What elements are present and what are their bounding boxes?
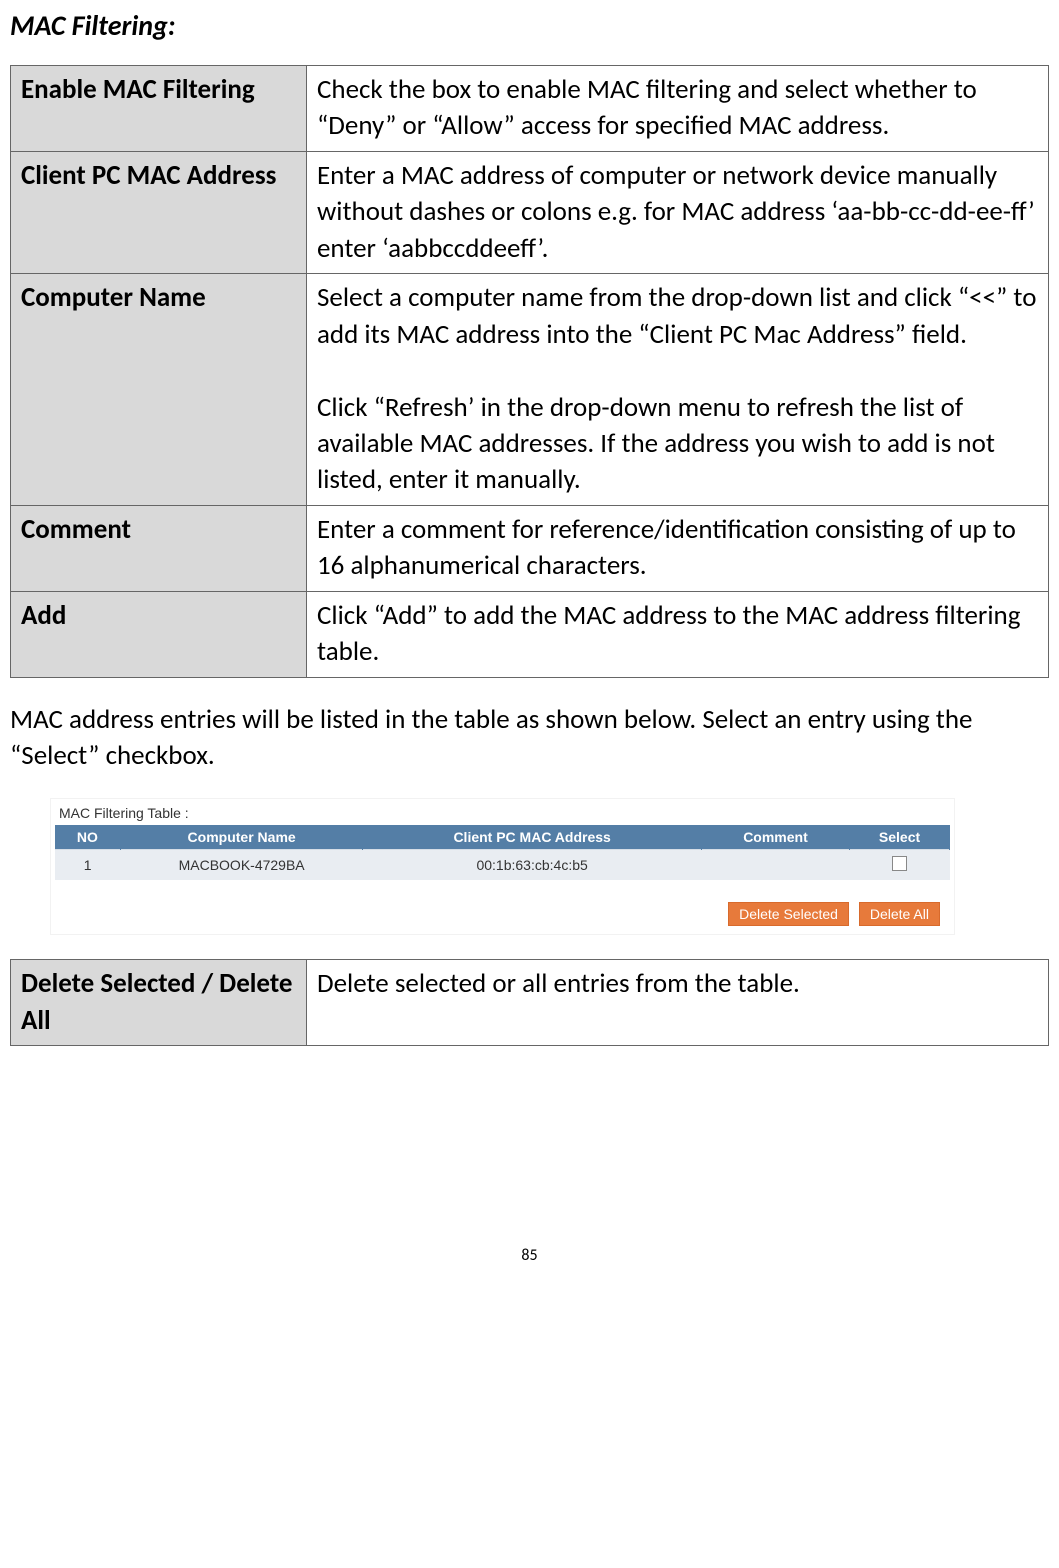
- definition-table-1: Enable MAC Filtering Check the box to en…: [10, 65, 1049, 678]
- table-header-mac: Client PC MAC Address: [363, 825, 701, 850]
- row-label: Comment: [11, 505, 307, 591]
- cell-no: 1: [55, 850, 120, 881]
- row-desc: Select a computer name from the drop-dow…: [307, 274, 1049, 506]
- screenshot-caption: MAC Filtering Table :: [59, 805, 950, 821]
- cell-select: [850, 850, 950, 881]
- cell-mac: 00:1b:63:cb:4c:b5: [363, 850, 701, 881]
- page-number: 85: [10, 1246, 1049, 1265]
- mac-filtering-table: NO Computer Name Client PC MAC Address C…: [55, 825, 950, 880]
- row-desc: Delete selected or all entries from the …: [307, 960, 1049, 1046]
- row-desc: Enter a MAC address of computer or netwo…: [307, 151, 1049, 273]
- section-title: MAC Filtering:: [10, 8, 1049, 43]
- embedded-screenshot: MAC Filtering Table : NO Computer Name C…: [50, 798, 955, 935]
- table-header-no: NO: [55, 825, 120, 850]
- table-header-name: Computer Name: [120, 825, 363, 850]
- definition-table-2: Delete Selected / Delete All Delete sele…: [10, 959, 1049, 1046]
- row-label: Enable MAC Filtering: [11, 66, 307, 152]
- delete-all-button[interactable]: Delete All: [859, 902, 940, 926]
- button-row: Delete Selected Delete All: [55, 902, 950, 926]
- cell-name: MACBOOK-4729BA: [120, 850, 363, 881]
- table-header-comment: Comment: [701, 825, 849, 850]
- row-label: Client PC MAC Address: [11, 151, 307, 273]
- row-label: Delete Selected / Delete All: [11, 960, 307, 1046]
- cell-comment: [701, 850, 849, 881]
- row-desc: Check the box to enable MAC filtering an…: [307, 66, 1049, 152]
- row-label: Add: [11, 591, 307, 677]
- row-desc: Enter a comment for reference/identifica…: [307, 505, 1049, 591]
- delete-selected-button[interactable]: Delete Selected: [728, 902, 849, 926]
- row-label: Computer Name: [11, 274, 307, 506]
- table-row: 1 MACBOOK-4729BA 00:1b:63:cb:4c:b5: [55, 850, 950, 881]
- select-checkbox[interactable]: [892, 856, 907, 871]
- row-desc: Click “Add” to add the MAC address to th…: [307, 591, 1049, 677]
- table-header-select: Select: [850, 825, 950, 850]
- body-paragraph: MAC address entries will be listed in th…: [10, 702, 1049, 775]
